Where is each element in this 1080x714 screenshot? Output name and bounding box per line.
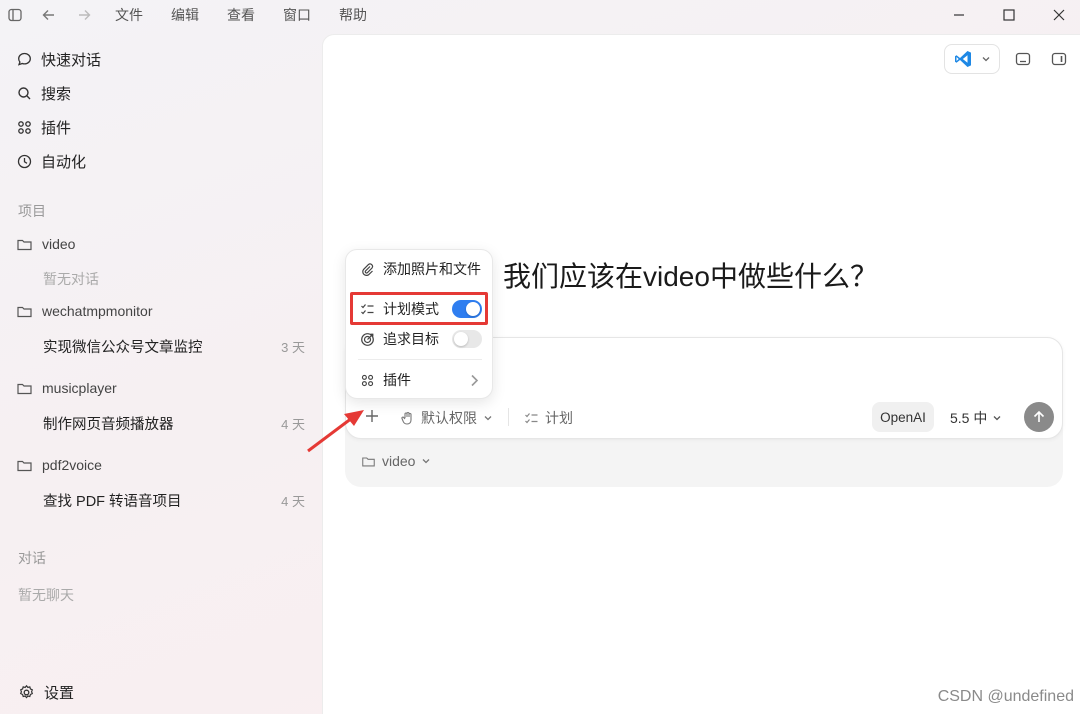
target-icon [361,332,374,346]
menu-item-plugins[interactable]: 插件 [360,369,482,391]
sidebar-item-search[interactable]: 搜索 [16,80,71,106]
search-icon [18,86,31,99]
menu-item-add-photos-files[interactable]: 添加照片和文件 [360,258,482,280]
project-empty-text: 暂无对话 [43,271,99,287]
project-name: pdf2voice [42,457,102,473]
arrow-up-icon [1033,410,1045,422]
menu-help[interactable]: 帮助 [339,5,367,25]
hand-icon [401,411,412,425]
send-button[interactable] [1024,402,1054,432]
minimize-icon[interactable] [948,4,970,26]
maximize-icon[interactable] [998,4,1020,26]
project-pdf2voice[interactable]: pdf2voice [16,454,102,476]
settings-button[interactable]: 设置 [18,682,74,703]
permission-selector[interactable]: 默认权限 [400,408,493,428]
back-arrow-icon[interactable] [40,6,58,24]
folder-label: video [382,453,416,469]
sidebar-item-label: 插件 [41,119,72,137]
sidebar-item-label: 快速对话 [41,51,102,69]
project-name: video [42,236,76,252]
menu-file[interactable]: 文件 [115,5,143,25]
checklist-icon [525,412,538,423]
chevron-down-icon [423,459,430,464]
settings-label: 设置 [44,685,75,702]
conversation-title: 制作网页音频播放器 [43,416,174,433]
conversation-title: 查找 PDF 转语音项目 [43,493,182,510]
conversation-item[interactable]: 制作网页音频播放器 4 天 [43,412,305,434]
grid-icon [361,374,374,386]
sidebar-item-label: 搜索 [41,85,72,103]
sidebar-item-label: 自动化 [41,153,87,171]
menu-edit[interactable]: 编辑 [171,5,199,25]
forward-arrow-icon[interactable] [75,6,93,24]
provider-selector[interactable]: OpenAI [872,402,934,432]
sidebar: 快速对话 搜索 插件 自动化 项目 video 暂无对话 wechatmpmon… [0,36,322,714]
chats-section-label: 对话 [18,550,46,566]
projects-section-label: 项目 [18,203,46,219]
menu-divider [358,359,482,360]
sidebar-item-plugins[interactable]: 插件 [16,114,71,140]
model-label: 5.5 中 [950,410,988,426]
pursue-goal-toggle[interactable] [452,330,482,348]
folder-icon [17,383,32,394]
chevron-down-icon [982,57,990,62]
toggle-knob [454,332,468,346]
conversation-age: 3 天 [281,339,305,355]
permission-label: 默认权限 [421,410,477,426]
gear-icon [19,684,34,699]
open-in-editor-button[interactable] [944,44,1000,74]
chat-bubble-icon [17,52,31,66]
clock-icon [17,154,32,168]
menu-item-label: 添加照片和文件 [383,261,481,277]
sidebar-item-quick-chat[interactable]: 快速对话 [16,46,101,72]
page-title: 我们应该在video中做些什么？ [503,261,878,292]
conversation-item[interactable]: 实现微信公众号文章监控 3 天 [43,335,305,357]
sidebar-toggle-icon[interactable] [6,6,24,24]
conversation-item[interactable]: 查找 PDF 转语音项目 4 天 [43,489,305,511]
plan-chip[interactable]: 计划 [524,408,573,428]
annotation-highlight-box [350,292,488,325]
folder-icon [17,239,32,250]
menu-item-label: 插件 [383,372,411,388]
conversation-title: 实现微信公众号文章监控 [43,339,203,356]
folder-icon [17,460,32,471]
project-wechatmpmonitor[interactable]: wechatmpmonitor [16,300,153,322]
menu-item-label: 追求目标 [383,331,439,347]
chevron-right-icon [471,374,479,386]
grid-icon [18,120,31,134]
chats-empty-text: 暂无聊天 [18,587,74,603]
annotation-arrow-icon [307,410,364,453]
project-name: musicplayer [42,380,117,396]
paperclip-icon [362,262,374,276]
close-icon[interactable] [1048,4,1070,26]
folder-icon [17,306,32,317]
watermark: CSDN @undefined [937,688,1074,705]
menu-window[interactable]: 窗口 [283,5,311,25]
menu-item-pursue-goal[interactable]: 追求目标 [360,328,482,350]
conversation-age: 4 天 [281,493,305,509]
project-name: wechatmpmonitor [42,303,153,319]
project-video[interactable]: video [16,233,75,255]
vscode-icon [955,51,971,67]
workspace-folder-selector[interactable]: video [361,453,431,469]
divider [508,408,509,426]
project-musicplayer[interactable]: musicplayer [16,377,117,399]
menu-view[interactable]: 查看 [227,5,255,25]
title-bar: 文件 编辑 查看 窗口 帮助 [0,0,1080,30]
terminal-panel-icon[interactable] [1013,49,1033,69]
model-selector[interactable]: 5.5 中 [950,408,1002,428]
chevron-down-icon [484,416,492,421]
side-panel-icon[interactable] [1049,49,1069,69]
sidebar-item-automation[interactable]: 自动化 [16,148,86,174]
plan-label: 计划 [545,410,573,426]
chevron-down-icon [993,416,1001,421]
